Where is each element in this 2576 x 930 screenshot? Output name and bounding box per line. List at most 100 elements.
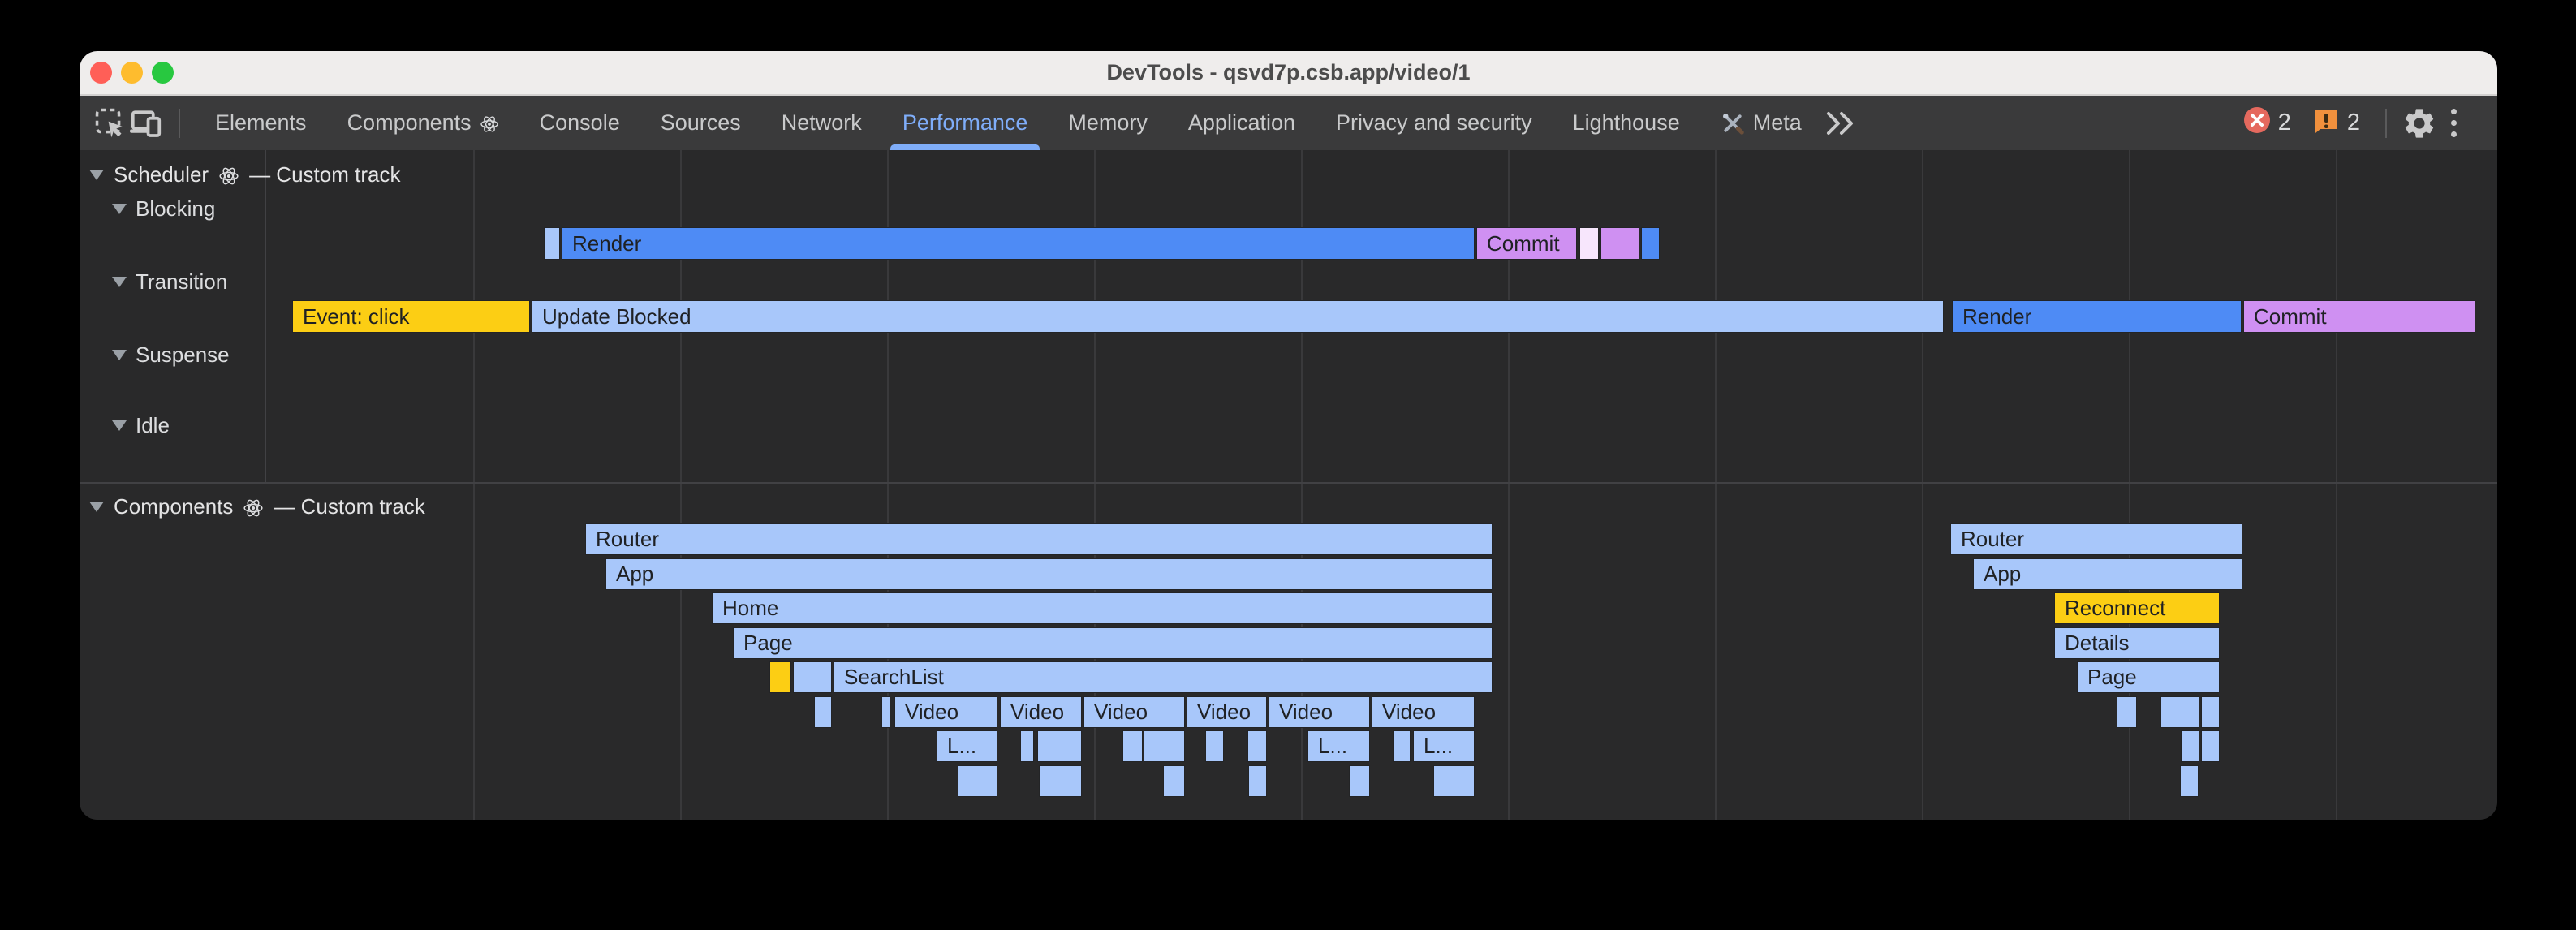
- warning-badge[interactable]: 2: [2312, 106, 2360, 140]
- collapse-triangle-icon[interactable]: [89, 170, 104, 180]
- tab-label: Meta: [1753, 110, 1802, 136]
- flame-bar[interactable]: [1205, 730, 1224, 762]
- inspect-element-icon[interactable]: [93, 102, 128, 144]
- flame-bar[interactable]: [1248, 765, 1267, 797]
- flame-bar-video[interactable]: Video: [894, 696, 997, 728]
- tab-performance[interactable]: Performance: [882, 96, 1049, 150]
- flame-bar[interactable]: [2180, 765, 2199, 797]
- flame-bar-router[interactable]: Router: [585, 523, 1493, 555]
- flame-bar-video[interactable]: Video: [1000, 696, 1082, 728]
- tab-sources[interactable]: Sources: [640, 96, 761, 150]
- flame-bar-video[interactable]: Video: [1269, 696, 1370, 728]
- flame-bar[interactable]: [1039, 765, 1082, 797]
- flame-bar[interactable]: [1433, 765, 1475, 797]
- flame-bar[interactable]: [1393, 730, 1411, 762]
- flame-bar[interactable]: [1163, 765, 1185, 797]
- flame-bar[interactable]: [814, 696, 832, 728]
- collapse-triangle-icon[interactable]: [112, 277, 127, 287]
- flame-bar[interactable]: [1122, 730, 1143, 762]
- scheduler-event[interactable]: [544, 227, 560, 260]
- tab-memory[interactable]: Memory: [1048, 96, 1168, 150]
- flame-bar[interactable]: [881, 696, 890, 728]
- tab-components[interactable]: Components: [327, 96, 519, 150]
- three-dot-menu-icon[interactable]: [2437, 108, 2470, 138]
- flame-bar[interactable]: [769, 661, 791, 693]
- tab-application[interactable]: Application: [1168, 96, 1316, 150]
- collapse-triangle-icon[interactable]: [112, 204, 127, 214]
- flame-bar-video[interactable]: Video: [1083, 696, 1185, 728]
- flame-bar[interactable]: [2201, 696, 2220, 728]
- flame-bar[interactable]: [2201, 730, 2220, 762]
- flame-bar[interactable]: [1247, 730, 1267, 762]
- window-title: DevTools - qsvd7p.csb.app/video/1: [80, 51, 2497, 94]
- lane-label-suspense[interactable]: Suspense: [112, 342, 230, 367]
- scheduler-event-event-click[interactable]: Event: click: [292, 300, 530, 333]
- maximize-window-button[interactable]: [152, 62, 174, 84]
- flame-bar-l[interactable]: L...: [1307, 730, 1370, 762]
- scheduler-event-render[interactable]: Render: [1952, 300, 2242, 333]
- flame-bar-video[interactable]: Video: [1187, 696, 1267, 728]
- flame-bar[interactable]: [2181, 730, 2199, 762]
- flame-bar-page[interactable]: Page: [2077, 661, 2220, 693]
- bar-label: L...: [937, 731, 997, 761]
- flame-bar-router[interactable]: Router: [1950, 523, 2242, 555]
- flame-bar-l[interactable]: L...: [937, 730, 997, 762]
- flame-bar[interactable]: [1020, 730, 1034, 762]
- bar-label: Details: [2055, 628, 2219, 658]
- scheduler-event-render[interactable]: Render: [562, 227, 1475, 260]
- collapse-triangle-icon[interactable]: [112, 420, 127, 431]
- flame-bar-reconnect[interactable]: Reconnect: [2054, 592, 2220, 624]
- flame-bar-searchlist[interactable]: SearchList: [834, 661, 1493, 693]
- scheduler-track-header[interactable]: Scheduler — Custom track: [89, 161, 400, 187]
- error-circle-icon: [2243, 106, 2271, 140]
- flame-bar[interactable]: [1349, 765, 1370, 797]
- flame-bar-app[interactable]: App: [1973, 558, 2242, 590]
- flame-bar[interactable]: [1144, 730, 1185, 762]
- bar-label: Reconnect: [2055, 593, 2219, 623]
- flame-bar-video[interactable]: Video: [1372, 696, 1475, 728]
- tab-console[interactable]: Console: [519, 96, 640, 150]
- flame-bar[interactable]: [1037, 730, 1082, 762]
- collapse-triangle-icon[interactable]: [112, 350, 127, 360]
- scheduler-event-commit[interactable]: Commit: [1476, 227, 1577, 260]
- error-badge[interactable]: 2: [2243, 106, 2291, 140]
- flame-bar[interactable]: [2160, 696, 2199, 728]
- tab-elements[interactable]: Elements: [195, 96, 327, 150]
- scheduler-event-commit[interactable]: Commit: [2243, 300, 2475, 333]
- lane-name: Suspense: [136, 342, 230, 368]
- flame-bar-l[interactable]: L...: [1413, 730, 1475, 762]
- bar-label: Commit: [2244, 301, 2475, 332]
- flame-bar-page[interactable]: Page: [733, 627, 1493, 659]
- tab-lighthouse[interactable]: Lighthouse: [1553, 96, 1700, 150]
- scheduler-event[interactable]: [1641, 227, 1660, 260]
- tab-meta[interactable]: Meta: [1700, 96, 1822, 150]
- lane-label-transition[interactable]: Transition: [112, 269, 227, 294]
- scheduler-event-update-blocked[interactable]: Update Blocked: [532, 300, 1944, 333]
- flame-bar[interactable]: [793, 661, 832, 693]
- flame-bar-app[interactable]: App: [605, 558, 1493, 590]
- toggle-device-toolbar-icon[interactable]: [128, 102, 164, 144]
- more-tabs-chevron-icon[interactable]: [1822, 102, 1858, 144]
- collapse-triangle-icon[interactable]: [89, 502, 104, 512]
- scheduler-event[interactable]: [1600, 227, 1639, 260]
- tab-label: Performance: [902, 110, 1028, 136]
- lane-label-blocking[interactable]: Blocking: [112, 196, 215, 221]
- gear-icon[interactable]: [2402, 102, 2437, 144]
- flame-bar[interactable]: [958, 765, 997, 797]
- tab-label: Console: [540, 110, 620, 136]
- bar-label: Render: [562, 228, 1474, 259]
- components-track-header[interactable]: Components — Custom track: [89, 493, 425, 519]
- flame-bar[interactable]: [2117, 696, 2137, 728]
- tab-label: Privacy and security: [1336, 110, 1532, 136]
- lane-label-idle[interactable]: Idle: [112, 413, 170, 437]
- badge-divider: [2385, 109, 2387, 138]
- tab-network[interactable]: Network: [761, 96, 882, 150]
- close-window-button[interactable]: [90, 62, 112, 84]
- minimize-window-button[interactable]: [121, 62, 143, 84]
- flame-bar-home[interactable]: Home: [712, 592, 1493, 624]
- scheduler-event[interactable]: [1579, 227, 1599, 260]
- tab-label: Elements: [215, 110, 307, 136]
- tab-privacy-and-security[interactable]: Privacy and security: [1316, 96, 1553, 150]
- flame-bar-details[interactable]: Details: [2054, 627, 2220, 659]
- bar-label: Page: [734, 628, 1492, 658]
